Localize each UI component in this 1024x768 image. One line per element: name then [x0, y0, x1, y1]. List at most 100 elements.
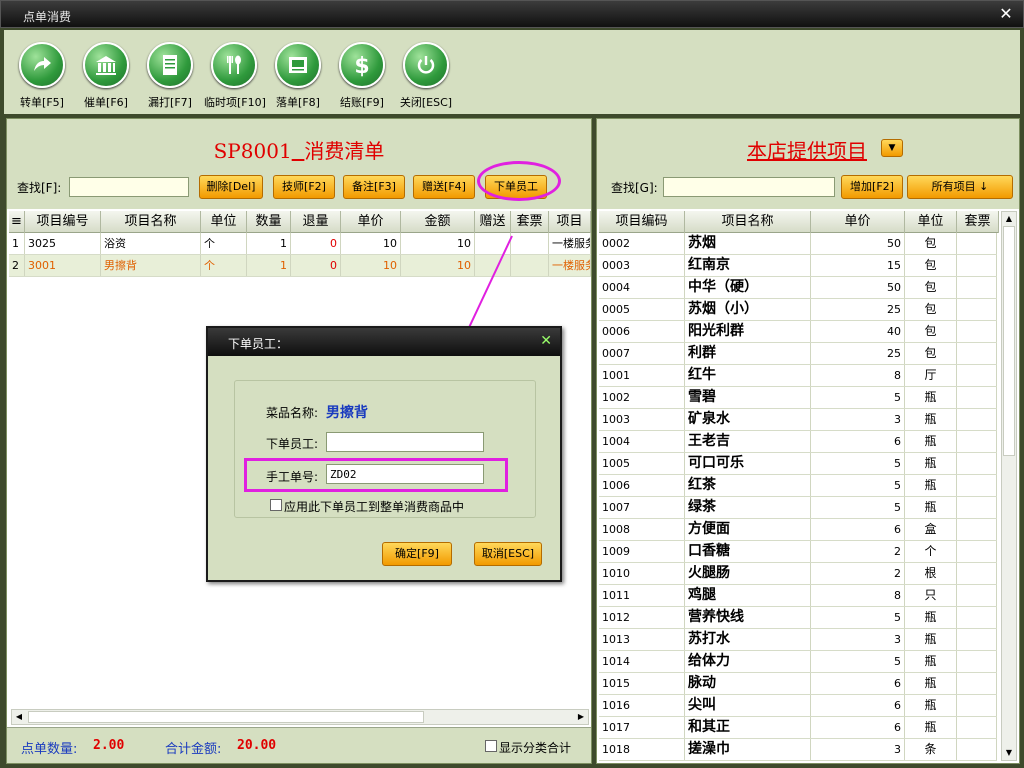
- item-code: 1017: [599, 717, 685, 738]
- list-item[interactable]: 1005 可口可乐 5 瓶: [599, 453, 997, 475]
- column-menu-icon[interactable]: ≡: [9, 211, 25, 233]
- confirm-button[interactable]: 确定[F9]: [382, 542, 452, 566]
- item-name: 中华（硬）: [685, 277, 811, 298]
- col-header[interactable]: 数量: [247, 211, 291, 233]
- order-search-input[interactable]: [69, 177, 189, 197]
- temp-item-button[interactable]: 临时项[F10]: [204, 42, 266, 110]
- scroll-right-icon[interactable]: ▶: [574, 710, 588, 724]
- checkout-button[interactable]: $ 结账[F9]: [332, 42, 392, 110]
- scroll-thumb[interactable]: [28, 711, 424, 723]
- item-unit: 厅: [905, 365, 957, 386]
- col-header[interactable]: 金额: [401, 211, 475, 233]
- order-staff-label: 下单员工:: [266, 437, 319, 451]
- list-item[interactable]: 0006 阳光利群 40 包: [599, 321, 997, 343]
- col-header[interactable]: 项目名称: [101, 211, 201, 233]
- item-package: [957, 629, 997, 650]
- scroll-thumb[interactable]: [1003, 226, 1015, 456]
- item-code: 1007: [599, 497, 685, 518]
- col-header[interactable]: 单位: [201, 211, 247, 233]
- list-item[interactable]: 1009 口香糖 2 个: [599, 541, 997, 563]
- col-header[interactable]: 赠送: [475, 211, 511, 233]
- reprint-button[interactable]: 漏打[F7]: [140, 42, 200, 110]
- scroll-down-icon[interactable]: ▼: [1002, 746, 1016, 760]
- list-item[interactable]: 1003 矿泉水 3 瓶: [599, 409, 997, 431]
- list-item[interactable]: 1018 搓澡巾 3 条: [599, 739, 997, 761]
- list-item[interactable]: 1008 方便面 6 盒: [599, 519, 997, 541]
- dialog-close-icon[interactable]: ✕: [540, 333, 552, 349]
- urge-order-label: 催单[F6]: [84, 96, 128, 109]
- items-search-input[interactable]: [663, 177, 835, 197]
- close-icon[interactable]: ✕: [997, 5, 1015, 23]
- dropdown-arrow-icon[interactable]: ▼: [881, 139, 903, 157]
- order-panel-title: SP8001 消费清单: [7, 135, 591, 164]
- table-row[interactable]: 1 3025 浴资 个 1 0 10 10 一楼服务: [9, 233, 591, 255]
- gift-button[interactable]: 赠送[F4]: [413, 175, 475, 199]
- list-item[interactable]: 0007 利群 25 包: [599, 343, 997, 365]
- list-item[interactable]: 1001 红牛 8 厅: [599, 365, 997, 387]
- all-items-dropdown[interactable]: 所有项目 ↓: [907, 175, 1013, 199]
- col-header[interactable]: 套票: [511, 211, 549, 233]
- item-package: [957, 717, 997, 738]
- col-header[interactable]: 项目编码: [599, 211, 685, 233]
- item-package: [957, 607, 997, 628]
- item-code: 3001: [25, 255, 101, 276]
- apply-all-checkbox[interactable]: [270, 499, 282, 511]
- col-header[interactable]: 单价: [341, 211, 401, 233]
- item-code: 1010: [599, 563, 685, 584]
- delete-button[interactable]: 删除[Del]: [199, 175, 263, 199]
- vertical-scrollbar[interactable]: ▲ ▼: [1001, 211, 1017, 761]
- list-item[interactable]: 1015 脉动 6 瓶: [599, 673, 997, 695]
- col-header[interactable]: 单价: [811, 211, 905, 233]
- list-item[interactable]: 1011 鸡腿 8 只: [599, 585, 997, 607]
- list-item[interactable]: 1010 火腿肠 2 根: [599, 563, 997, 585]
- items-table-header: 项目编码 项目名称 单价 单位 套票: [599, 211, 999, 233]
- list-item[interactable]: 1013 苏打水 3 瓶: [599, 629, 997, 651]
- list-item[interactable]: 1016 尖叫 6 瓶: [599, 695, 997, 717]
- list-item[interactable]: 1017 和其正 6 瓶: [599, 717, 997, 739]
- show-category-checkbox[interactable]: [485, 740, 497, 752]
- item-code: 1002: [599, 387, 685, 408]
- table-row[interactable]: 2 3001 男擦背 个 1 0 10 10 一楼服务: [9, 255, 591, 277]
- item-gift: [475, 255, 511, 276]
- list-item[interactable]: 0003 红南京 15 包: [599, 255, 997, 277]
- col-header[interactable]: 套票: [957, 211, 999, 233]
- cancel-button[interactable]: 取消[ESC]: [474, 542, 542, 566]
- col-header[interactable]: 退量: [291, 211, 341, 233]
- list-item[interactable]: 0004 中华（硬） 50 包: [599, 277, 997, 299]
- item-price: 50: [811, 277, 905, 298]
- add-item-button[interactable]: 增加[F2]: [841, 175, 903, 199]
- list-item[interactable]: 1012 营养快线 5 瓶: [599, 607, 997, 629]
- item-price: 6: [811, 695, 905, 716]
- col-header[interactable]: 项目: [549, 211, 591, 233]
- scroll-left-icon[interactable]: ◀: [12, 710, 26, 724]
- item-unit: 瓶: [905, 607, 957, 628]
- item-package: [957, 453, 997, 474]
- scroll-up-icon[interactable]: ▲: [1002, 212, 1016, 226]
- transfer-order-button[interactable]: 转单[F5]: [12, 42, 72, 110]
- order-staff-input[interactable]: [326, 432, 484, 452]
- list-item[interactable]: 1007 绿茶 5 瓶: [599, 497, 997, 519]
- col-header[interactable]: 项目编号: [25, 211, 101, 233]
- item-qty: 1: [247, 233, 291, 254]
- item-unit: 瓶: [905, 387, 957, 408]
- place-order-button[interactable]: 落单[F8]: [268, 42, 328, 110]
- urge-order-button[interactable]: 催单[F6]: [76, 42, 136, 110]
- dialog-title-bar: 下单员工： ✕: [208, 328, 560, 356]
- horizontal-scrollbar[interactable]: ◀ ▶: [11, 709, 589, 725]
- place-order-label: 落单[F8]: [276, 96, 320, 109]
- list-item[interactable]: 1002 雪碧 5 瓶: [599, 387, 997, 409]
- col-header[interactable]: 单位: [905, 211, 957, 233]
- list-item[interactable]: 1006 红茶 5 瓶: [599, 475, 997, 497]
- item-name: 王老吉: [685, 431, 811, 452]
- col-header[interactable]: 项目名称: [685, 211, 811, 233]
- items-panel: 本店提供项目 ▼ 查找[G]: 增加[F2] 所有项目 ↓ 项目编码 项目名称 …: [596, 118, 1020, 764]
- close-button[interactable]: 关闭[ESC]: [396, 42, 456, 110]
- item-unit: 个: [201, 233, 247, 254]
- manual-no-input[interactable]: [326, 464, 484, 484]
- note-button[interactable]: 备注[F3]: [343, 175, 405, 199]
- technician-button[interactable]: 技师[F2]: [273, 175, 335, 199]
- list-item[interactable]: 0005 苏烟（小） 25 包: [599, 299, 997, 321]
- list-item[interactable]: 1014 给体力 5 瓶: [599, 651, 997, 673]
- list-item[interactable]: 0002 苏烟 50 包: [599, 233, 997, 255]
- list-item[interactable]: 1004 王老吉 6 瓶: [599, 431, 997, 453]
